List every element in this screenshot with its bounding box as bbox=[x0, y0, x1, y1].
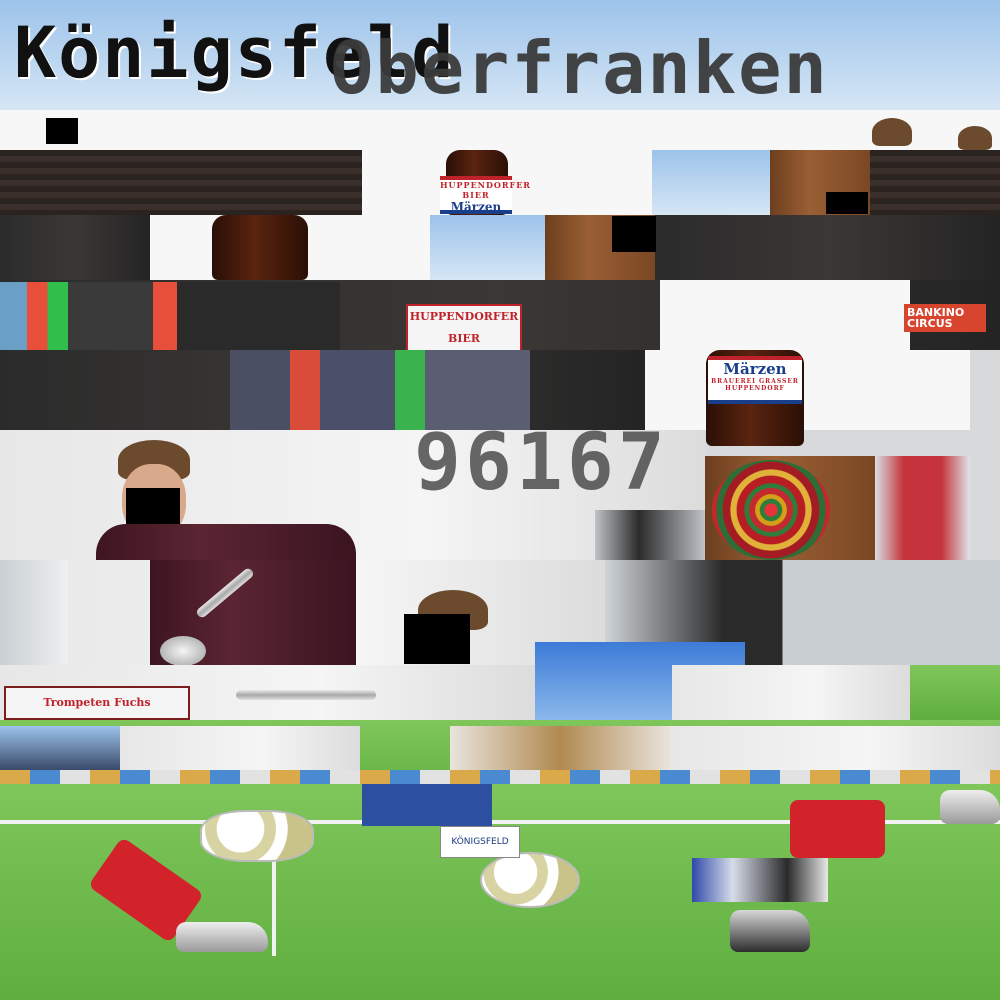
region-title: Oberfranken bbox=[330, 26, 829, 110]
football-boot bbox=[730, 910, 810, 952]
beer-bottle bbox=[212, 215, 308, 280]
beer-name: Märzen bbox=[450, 200, 502, 214]
stage-strip bbox=[0, 215, 150, 280]
censor-bar bbox=[46, 118, 78, 144]
red-sock bbox=[790, 800, 885, 858]
sheet-music-strip bbox=[120, 726, 360, 770]
football bbox=[480, 852, 580, 908]
beer-name: Märzen bbox=[723, 360, 787, 378]
wall-strip bbox=[670, 726, 1000, 770]
football bbox=[200, 810, 314, 862]
player-strip bbox=[875, 456, 970, 560]
curtain-strip bbox=[692, 858, 828, 902]
trumpet-poster: Trompeten Fuchs bbox=[4, 686, 190, 720]
grass-strip bbox=[910, 665, 1000, 720]
wall-strip bbox=[672, 665, 910, 720]
sky-strip bbox=[430, 215, 545, 280]
banner-text: HUPPENDORFER BIER bbox=[409, 310, 519, 345]
podium-strip bbox=[362, 784, 492, 826]
beer-label: Märzen BRAUEREI GRASSER HUPPENDORF bbox=[708, 356, 802, 404]
sky-strip bbox=[652, 150, 770, 215]
bottle-backdrop bbox=[660, 280, 910, 350]
huppendorfer-banner: HUPPENDORFER BIER bbox=[406, 304, 522, 354]
stage-strip bbox=[655, 215, 1000, 280]
censor-bar bbox=[404, 614, 470, 664]
circus-sign-text: BANKINO CIRCUS bbox=[907, 306, 965, 330]
censor-bar bbox=[826, 192, 868, 214]
postcode: 96167 bbox=[414, 418, 669, 508]
ceiling-beams-strip bbox=[0, 150, 362, 215]
christmas-wreath bbox=[712, 460, 830, 560]
beer-brand: HUPPENDORFER BIER bbox=[440, 180, 531, 200]
podium-sign-text: KÖNIGSFELD bbox=[451, 837, 509, 847]
bottle-backdrop bbox=[645, 350, 970, 430]
header-wall-strip bbox=[0, 110, 1000, 150]
trumpet bbox=[236, 690, 376, 700]
musician-shirt bbox=[96, 524, 356, 560]
trumpet-poster-text: Trompeten Fuchs bbox=[43, 696, 151, 709]
head bbox=[958, 126, 992, 150]
side-strip bbox=[0, 560, 68, 665]
censor-bar bbox=[612, 216, 656, 252]
beer-label: HUPPENDORFER BIER Märzen bbox=[440, 176, 531, 214]
circus-sign: BANKINO CIRCUS bbox=[904, 304, 986, 332]
stadium-strip bbox=[0, 726, 120, 770]
drawings-strip bbox=[0, 770, 1000, 784]
ceiling-beams-strip bbox=[870, 150, 1000, 215]
music-stand-strip bbox=[450, 726, 670, 770]
head bbox=[872, 118, 912, 146]
pitch-line bbox=[272, 856, 276, 956]
trumpet-bell bbox=[160, 636, 206, 666]
football-boot bbox=[940, 790, 1000, 824]
podium-sign: KÖNIGSFELD bbox=[440, 826, 520, 858]
brewery-name: BRAUEREI GRASSER HUPPENDORF bbox=[711, 378, 799, 392]
suit-strip bbox=[595, 510, 705, 560]
band-members-strip bbox=[0, 282, 340, 350]
football-boot bbox=[176, 922, 268, 952]
